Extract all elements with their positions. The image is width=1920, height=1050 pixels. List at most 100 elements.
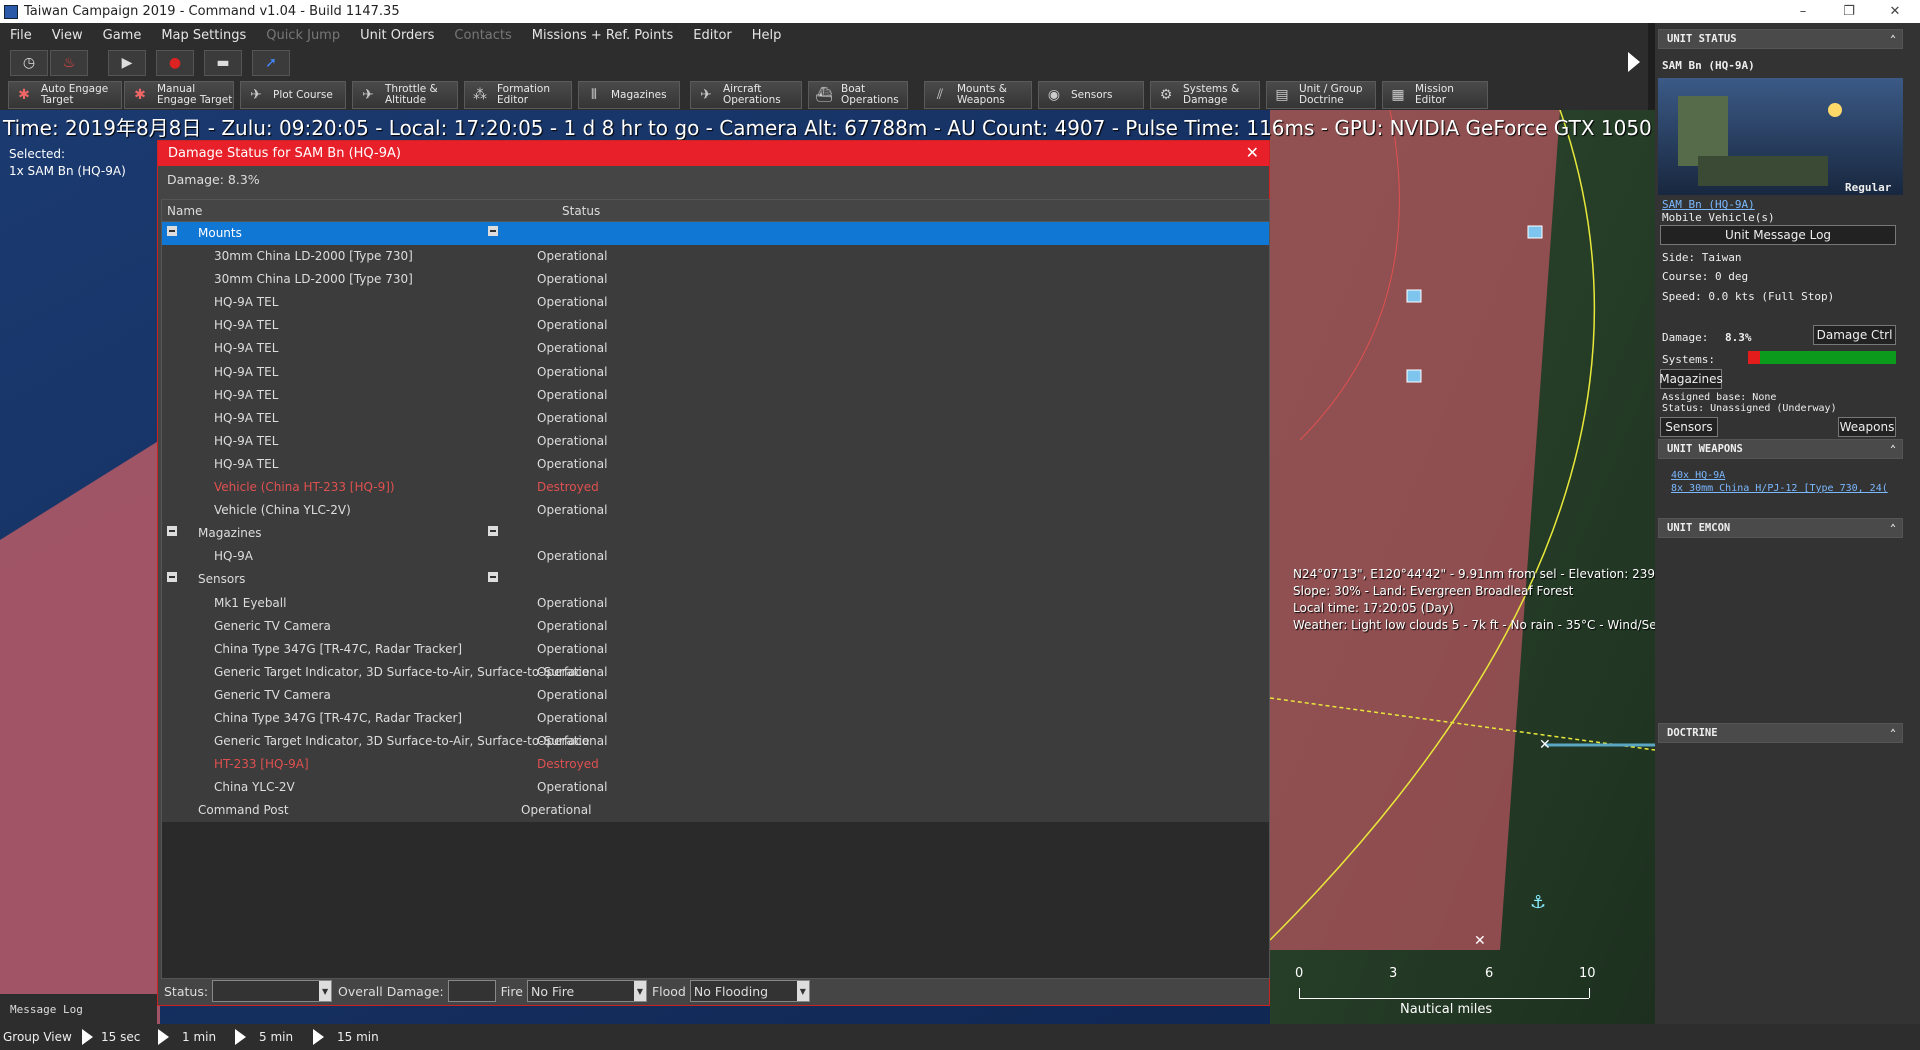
damage-ctrl-button[interactable]: Damage Ctrl	[1813, 325, 1896, 345]
collapse-icon[interactable]	[167, 226, 177, 236]
tree-row[interactable]: Vehicle (China HT-233 [HQ-9]) Destroyed	[162, 476, 1269, 499]
tree-group-row[interactable]: Mounts	[162, 222, 1269, 246]
menu-missions[interactable]: Missions + Ref. Points	[522, 28, 684, 43]
unit-weapons-header[interactable]: UNIT WEAPONS ⌃	[1658, 439, 1903, 459]
speed-15sec[interactable]: 15 sec	[101, 1030, 140, 1044]
manual-engage-button[interactable]: ✱ Manual Engage Target	[124, 81, 234, 109]
tree-row[interactable]: HQ-9A TEL Operational	[162, 361, 1269, 384]
menu-map-settings[interactable]: Map Settings	[151, 28, 256, 43]
collapse-icon[interactable]	[167, 526, 177, 537]
mounts-weapons-button[interactable]: ⫽ Mounts & Weapons	[924, 81, 1032, 109]
tree-row[interactable]: HQ-9A TEL Operational	[162, 430, 1269, 453]
tree-row[interactable]: HQ-9A Operational	[162, 545, 1269, 568]
flood-select[interactable]: No Flooding ▼	[689, 980, 810, 1002]
play-icon[interactable]	[235, 1029, 246, 1045]
tree-group-row[interactable]: Sensors	[162, 568, 1269, 591]
collapse-icon[interactable]	[167, 572, 177, 583]
tree-row[interactable]: China Type 347G [TR-47C, Radar Tracker] O…	[162, 707, 1269, 730]
sensors-button-panel[interactable]: Sensors	[1660, 417, 1718, 437]
tree-row[interactable]: HQ-9A TEL Operational	[162, 314, 1269, 337]
play-icon[interactable]	[313, 1029, 324, 1045]
collapse-icon[interactable]	[488, 226, 498, 236]
col-status[interactable]: Status	[562, 204, 600, 218]
record-icon[interactable]: ●	[156, 50, 194, 76]
magazines-button[interactable]: ⦀ Magazines	[578, 81, 680, 109]
unit-status-header[interactable]: UNIT STATUS ⌃	[1658, 29, 1903, 49]
menu-game[interactable]: Game	[93, 28, 152, 43]
group-view-toggle[interactable]: Group View	[3, 1030, 72, 1044]
auto-engage-button[interactable]: ✱ Auto Engage Target	[8, 81, 122, 109]
weapons-button-panel[interactable]: Weapons	[1838, 417, 1896, 437]
tree-row[interactable]: HQ-9A TEL Operational	[162, 291, 1269, 314]
row-name: China Type 347G [TR-47C, Radar Tracker]	[214, 641, 463, 656]
tree-row[interactable]: HQ-9A TEL Operational	[162, 337, 1269, 360]
tree-row[interactable]: Mk1 Eyeball Operational	[162, 592, 1269, 615]
tree-row[interactable]: China Type 347G [TR-47C, Radar Tracker] O…	[162, 638, 1269, 661]
weapon-item[interactable]: 40x HQ-9A	[1671, 470, 1725, 481]
systems-damage-button[interactable]: ⚙ Systems & Damage	[1150, 81, 1260, 109]
sensors-button[interactable]: ◉ Sensors	[1038, 81, 1144, 109]
row-name: HQ-9A TEL	[214, 341, 279, 356]
tree-row[interactable]: 30mm China LD-2000 [Type 730] Operational	[162, 245, 1269, 268]
menu-editor[interactable]: Editor	[683, 28, 741, 43]
unit-link[interactable]: SAM Bn (HQ-9A)	[1662, 198, 1755, 211]
doctrine-header[interactable]: DOCTRINE ⌃	[1658, 723, 1903, 743]
tree-row[interactable]: Generic TV Camera Operational	[162, 615, 1269, 638]
row-name: China YLC-2V	[214, 780, 295, 795]
message-log-tab[interactable]: Message Log	[0, 994, 157, 1024]
cursor-icon[interactable]: ➚	[252, 50, 290, 76]
fire-select[interactable]: No Fire ▼	[526, 980, 647, 1002]
tree-row[interactable]: HQ-9A TEL Operational	[162, 384, 1269, 407]
col-name[interactable]: Name	[167, 204, 202, 218]
vehicle-icon[interactable]: ▬	[204, 50, 242, 76]
plot-course-button[interactable]: ✈ Plot Course	[240, 81, 346, 109]
mission-editor-button[interactable]: ▦ Mission Editor	[1382, 81, 1488, 109]
tree-row[interactable]: Vehicle (China YLC-2V) Operational	[162, 499, 1269, 522]
tree-row[interactable]: HT-233 [HQ-9A] Destroyed	[162, 753, 1269, 776]
tree-row[interactable]: Generic TV Camera Operational	[162, 684, 1269, 707]
expand-arrow-icon[interactable]	[1628, 52, 1640, 72]
formation-editor-button[interactable]: ⁂ Formation Editor	[464, 81, 572, 109]
tree-row[interactable]: China YLC-2V Operational	[162, 776, 1269, 799]
clock-icon[interactable]: ◷	[10, 50, 48, 76]
menu-unit-orders[interactable]: Unit Orders	[350, 28, 444, 43]
speed-1min[interactable]: 1 min	[182, 1030, 216, 1044]
status-select[interactable]: ▼	[212, 980, 333, 1002]
collapse-icon[interactable]	[488, 526, 498, 537]
tree-row[interactable]: HQ-9A TEL Operational	[162, 453, 1269, 476]
minimize-button[interactable]: –	[1780, 0, 1826, 23]
play-icon[interactable]	[82, 1029, 93, 1045]
tree-row[interactable]: HQ-9A TEL Operational	[162, 407, 1269, 430]
close-icon[interactable]: ✕	[1246, 143, 1259, 162]
aircraft-ops-button[interactable]: ✈ Aircraft Operations	[690, 81, 802, 109]
play-icon[interactable]: ▶	[108, 50, 146, 76]
chevron-down-icon: ▼	[633, 981, 646, 1001]
overall-damage-input[interactable]	[447, 980, 496, 1002]
weapon-item[interactable]: 8x 30mm China H/PJ-12 [Type 730, 24(	[1671, 483, 1888, 494]
play-icon[interactable]	[158, 1029, 169, 1045]
quick-icon-row: ◷ ♨ ▶ ● ▬ ➚	[0, 48, 1648, 80]
speed-15min[interactable]: 15 min	[337, 1030, 379, 1044]
tree-row[interactable]: Generic Target Indicator, 3D Surface-to-…	[162, 661, 1269, 684]
tree-row[interactable]: Generic Target Indicator, 3D Surface-to-…	[162, 730, 1269, 753]
tree-group-row[interactable]: Magazines	[162, 522, 1269, 545]
boat-ops-button[interactable]: ⛴ Boat Operations	[808, 81, 908, 109]
menu-view[interactable]: View	[42, 28, 93, 43]
row-name: HQ-9A TEL	[214, 456, 279, 471]
restore-button[interactable]: ❐	[1826, 0, 1872, 23]
menu-file[interactable]: File	[0, 28, 42, 43]
close-window-button[interactable]: ✕	[1872, 0, 1918, 23]
speed-5min[interactable]: 5 min	[259, 1030, 293, 1044]
magazines-button-panel[interactable]: Magazines	[1659, 369, 1723, 389]
menu-help[interactable]: Help	[742, 28, 792, 43]
doctrine-button[interactable]: ▤ Unit / Group Doctrine	[1266, 81, 1376, 109]
unit-message-log-button[interactable]: Unit Message Log	[1660, 225, 1896, 245]
row-status: Operational	[537, 318, 608, 333]
collapse-icon[interactable]	[488, 572, 498, 583]
tree-row[interactable]: 30mm China LD-2000 [Type 730] Operational	[162, 268, 1269, 291]
unit-emcon-header[interactable]: UNIT EMCON ⌃	[1658, 518, 1903, 538]
row-status: Operational	[537, 456, 608, 471]
throttle-button[interactable]: ✈ Throttle & Altitude	[352, 81, 458, 109]
tree-row[interactable]: Command Post Operational	[162, 799, 1269, 822]
fire-icon[interactable]: ♨	[50, 50, 88, 76]
